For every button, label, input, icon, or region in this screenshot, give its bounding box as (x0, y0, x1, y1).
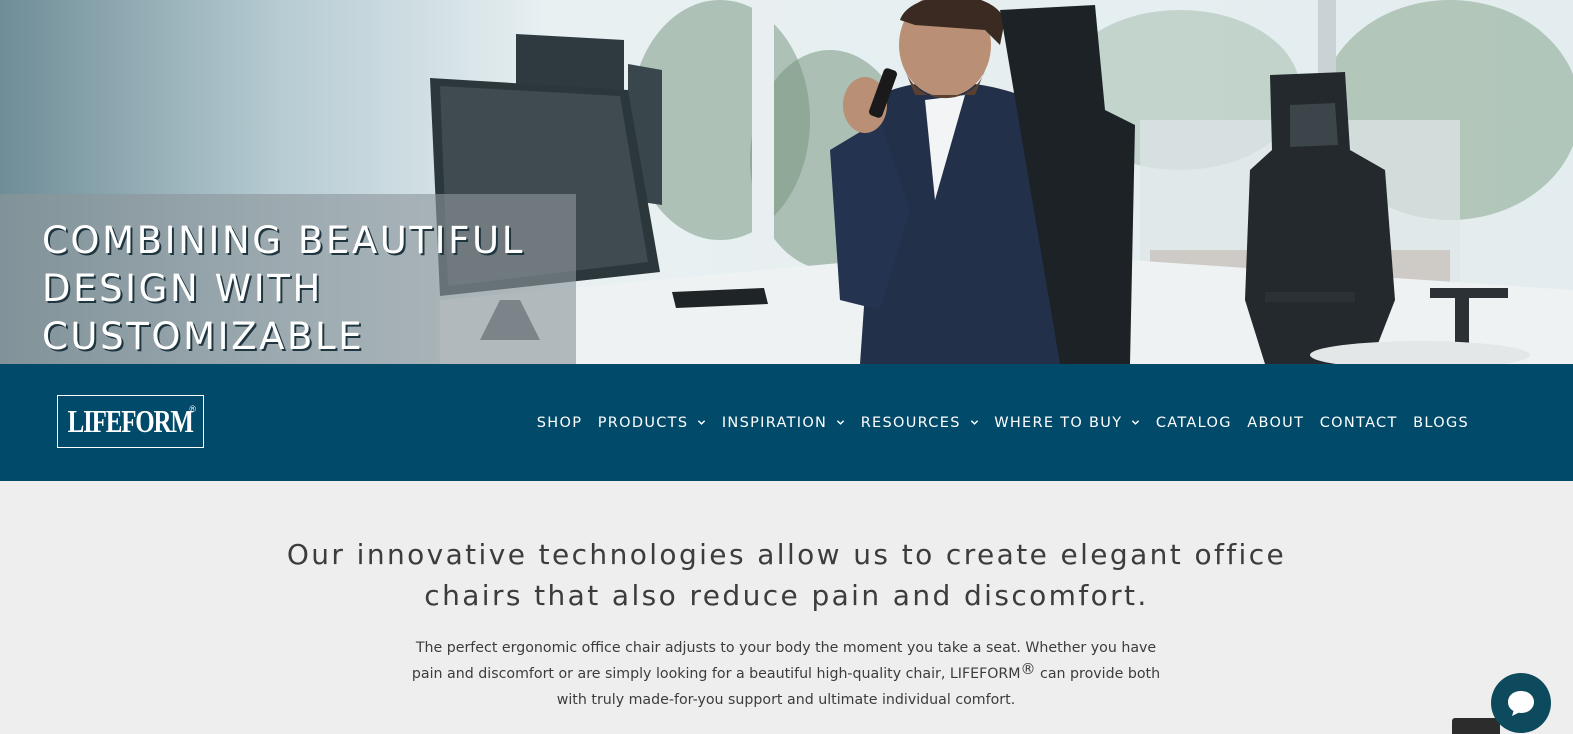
nav-item-label: SHOP (536, 414, 583, 431)
hero-title-line: DESIGN WITH (42, 267, 323, 310)
scroll-to-top-tab[interactable] (1452, 718, 1500, 734)
chevron-down-icon (1132, 420, 1140, 425)
nav-item-label: ABOUT (1247, 414, 1305, 431)
chat-bubble-icon (1508, 691, 1534, 716)
intro-section: Our innovative technologies allow us to … (0, 481, 1573, 734)
nav-item-blogs[interactable]: BLOGS (1413, 415, 1469, 431)
nav-item-contact[interactable]: CONTACT (1320, 415, 1398, 431)
nav-item-products[interactable]: PRODUCTS (598, 415, 707, 431)
nav-item-shop[interactable]: SHOP (537, 415, 582, 431)
intro-headline: Our innovative technologies allow us to … (240, 534, 1333, 616)
hero-title: COMBINING BEAUTIFUL DESIGN WITH CUSTOMIZ… (42, 217, 572, 361)
lifeform-logo[interactable]: LIFEFORM ® (57, 395, 204, 448)
headline-line: chairs that also reduce pain and discomf… (424, 579, 1149, 612)
intro-description: The perfect ergonomic office chair adjus… (411, 635, 1161, 713)
nav-item-resources[interactable]: RESOURCES (861, 415, 979, 431)
nav-item-label: INSPIRATION (721, 414, 828, 431)
logo-registered-mark: ® (189, 404, 196, 414)
nav-item-catalog[interactable]: CATALOG (1156, 415, 1232, 431)
chat-button[interactable] (1491, 673, 1551, 733)
chevron-down-icon (970, 420, 978, 425)
hero-banner: COMBINING BEAUTIFUL DESIGN WITH CUSTOMIZ… (0, 0, 1573, 364)
logo-text: LIFEFORM (67, 403, 194, 439)
hero-title-line: CUSTOMIZABLE (42, 315, 365, 358)
headline-line: Our innovative technologies allow us to … (286, 538, 1287, 571)
nav-item-where-to-buy[interactable]: WHERE TO BUY (994, 415, 1140, 431)
nav-item-label: BLOGS (1413, 414, 1469, 431)
nav-item-label: CATALOG (1155, 414, 1232, 431)
nav-item-label: RESOURCES (860, 414, 961, 431)
main-navigation: LIFEFORM ® SHOP PRODUCTS INSPIRATION RES… (0, 364, 1573, 481)
nav-item-label: WHERE TO BUY (994, 414, 1123, 431)
chevron-down-icon (837, 420, 845, 425)
nav-item-about[interactable]: ABOUT (1247, 415, 1304, 431)
hero-title-line: COMBINING BEAUTIFUL (42, 219, 525, 262)
registered-mark: ® (1020, 660, 1036, 678)
chevron-down-icon (698, 420, 706, 425)
nav-item-inspiration[interactable]: INSPIRATION (722, 415, 845, 431)
nav-item-label: PRODUCTS (597, 414, 689, 431)
nav-menu: SHOP PRODUCTS INSPIRATION RESOURCES WHER… (521, 364, 1469, 481)
nav-item-label: CONTACT (1319, 414, 1398, 431)
